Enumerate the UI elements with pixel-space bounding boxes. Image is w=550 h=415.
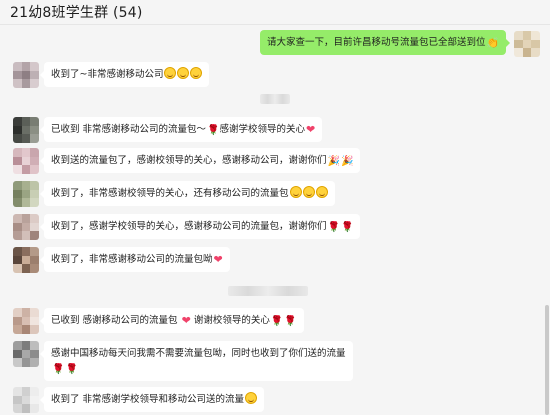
scrollbar[interactable] (544, 25, 550, 415)
message-bubble[interactable]: 收到了，非常感谢移动公司的流量包呦❤ (40, 247, 230, 272)
rose-emoji-icon: 🌹 (327, 222, 340, 233)
message-bubble[interactable]: 收到送的流量包了，感谢校领导的关心，感谢移动公司，谢谢你们🎉🎉 (39, 148, 361, 173)
rose-emoji-icon: 🌹 (270, 316, 284, 327)
rose-emoji-icon: 🌹 (65, 364, 78, 375)
heart-emoji-icon: ❤ (213, 253, 223, 266)
message-bubble[interactable]: 已收到 感谢移动公司的流量包 ❤ 谢谢校领导的关心🌹🌹 (40, 308, 304, 333)
party-popper-emoji-icon: 🎉 (340, 156, 354, 167)
message-text: 收到了~非常感谢移动公司 (51, 69, 164, 80)
smile-emoji-icon (315, 186, 328, 198)
heart-emoji-icon: ❤ (306, 123, 316, 136)
message-text: 已收到 感谢移动公司的流量包 (51, 315, 178, 326)
message-bubble[interactable]: 感谢中国移动每天问我需不需要流量包呦，同时也收到了你们送的流量 🌹🌹 (40, 341, 353, 381)
message-text-2: 谢谢校领导的关心 (193, 315, 270, 326)
avatar[interactable] (13, 181, 39, 207)
rose-emoji-icon: 🌹 (340, 222, 354, 233)
timestamp-blurred (228, 286, 308, 296)
header-divider (0, 24, 550, 25)
party-popper-emoji-icon: 🎉 (327, 156, 340, 167)
chat-title[interactable]: 21幼8班学生群 (54) (10, 2, 143, 22)
scrollbar-thumb[interactable] (545, 305, 549, 415)
heart-emoji-icon: ❤ (181, 314, 191, 327)
avatar-self[interactable] (514, 31, 540, 57)
avatar[interactable] (13, 387, 39, 413)
message-text: 收到了，非常感谢校领导的关心，还有移动公司的流量包 (51, 188, 289, 199)
message-bubble-self[interactable]: 请大家查一下，目前许昌移动号流量包已全部送到位👏 (260, 30, 510, 55)
avatar[interactable] (13, 62, 39, 88)
smile-emoji-icon (302, 186, 315, 198)
rose-emoji-icon: 🌹 (52, 364, 65, 375)
message-bubble[interactable]: 收到了~非常感谢移动公司 (39, 62, 210, 87)
avatar[interactable] (13, 117, 39, 143)
avatar[interactable] (13, 214, 39, 240)
message-text: 请大家查一下，目前许昌移动号流量包已全部送到位 (267, 37, 486, 48)
message-text: 已收到 非常感谢移动公司的流量包～ (51, 124, 207, 135)
message-text: 收到了，非常感谢移动公司的流量包呦 (51, 254, 213, 265)
smile-emoji-icon (190, 67, 203, 79)
timestamp-blurred (260, 94, 290, 104)
message-text: 收到送的流量包了，感谢校领导的关心，感谢移动公司，谢谢你们 (51, 155, 327, 166)
chat-header: 21幼8班学生群 (54) (0, 0, 550, 24)
message-bubble[interactable]: 收到了，感谢学校领导的关心，感谢移动公司的流量包，谢谢你们🌹🌹 (39, 214, 361, 239)
message-text-2: 感谢学校领导的关心 (219, 124, 305, 135)
rose-emoji-icon: 🌹 (207, 125, 220, 136)
avatar[interactable] (13, 148, 39, 174)
message-bubble[interactable]: 收到了 非常感谢学校领导和移动公司送的流量 (39, 387, 265, 412)
smile-emoji-icon (177, 67, 190, 79)
smile-emoji-icon (245, 392, 258, 404)
avatar[interactable] (13, 247, 39, 273)
avatar[interactable] (13, 341, 39, 367)
avatar[interactable] (13, 308, 39, 334)
smile-emoji-icon (289, 186, 302, 198)
rose-emoji-icon: 🌹 (284, 316, 297, 327)
message-text: 收到了，感谢学校领导的关心，感谢移动公司的流量包，谢谢你们 (51, 221, 327, 232)
clap-emoji-icon: 👏 (486, 38, 499, 49)
message-bubble[interactable]: 收到了，非常感谢校领导的关心，还有移动公司的流量包 (40, 181, 335, 206)
smile-emoji-icon (164, 67, 177, 79)
message-text: 感谢中国移动每天问我需不需要流量包呦，同时也收到了你们送的流量 (51, 348, 346, 359)
message-text: 收到了 非常感谢学校领导和移动公司送的流量 (51, 394, 245, 405)
message-bubble[interactable]: 已收到 非常感谢移动公司的流量包～🌹感谢学校领导的关心❤ (39, 117, 323, 142)
